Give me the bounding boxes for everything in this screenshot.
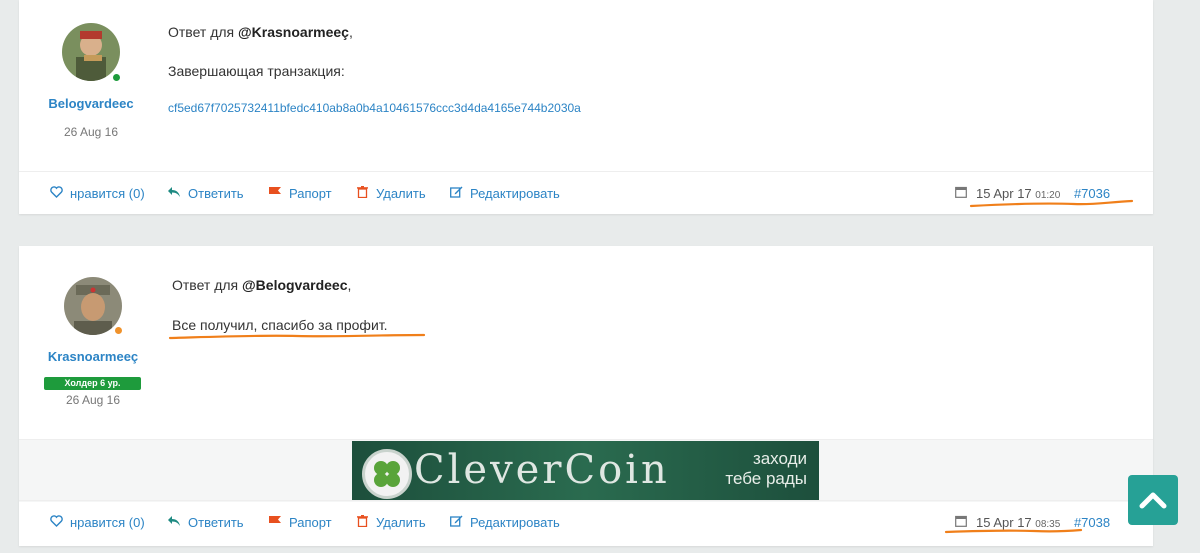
- post-text: Завершающая транзакция:: [168, 63, 345, 79]
- report-label: Рапорт: [289, 515, 332, 530]
- join-date: 26 Aug 16: [65, 393, 121, 407]
- away-status-dot: [113, 325, 124, 336]
- trash-icon: [354, 172, 370, 215]
- edit-icon: [448, 172, 464, 215]
- heart-icon: [48, 501, 64, 544]
- report-button[interactable]: Рапорт: [267, 501, 332, 544]
- reply-button[interactable]: Ответить: [166, 501, 244, 544]
- reply-suffix: ,: [348, 24, 353, 40]
- author-name[interactable]: Belogvardeec: [21, 96, 161, 111]
- banner-tagline-line1: заходи: [752, 449, 807, 468]
- like-button[interactable]: нравится (0): [48, 501, 145, 544]
- reply-label: Ответить: [188, 515, 244, 530]
- banner-brand: CleverCoin: [414, 447, 670, 493]
- banner-tagline-line2: тебе рады: [725, 469, 807, 488]
- reply-button[interactable]: Ответить: [166, 172, 244, 215]
- reply-header: Ответ для @Krasnoarmeeç,: [168, 24, 353, 40]
- ad-area: CleverCoin заходи тебе рады: [19, 439, 1153, 502]
- edit-label: Редактировать: [470, 186, 560, 201]
- trash-icon: [354, 501, 370, 544]
- reply-prefix: Ответ для: [172, 277, 239, 293]
- delete-button[interactable]: Удалить: [354, 501, 426, 544]
- author-name[interactable]: Krasnoarmeeç: [23, 349, 163, 364]
- edit-button[interactable]: Редактировать: [448, 501, 560, 544]
- post-text: Все получил, спасибо за профит.: [172, 317, 388, 333]
- edit-icon: [448, 501, 464, 544]
- join-date: 26 Aug 16: [63, 125, 119, 139]
- reply-mention[interactable]: @Belogvardeec: [242, 277, 347, 293]
- forum-post: Krasnoarmeeç Холдер 6 ур. 26 Aug 16 Отве…: [19, 246, 1153, 546]
- banner-tagline: заходи тебе рады: [725, 449, 807, 489]
- like-label: нравится (0): [70, 515, 145, 530]
- scroll-to-top-button[interactable]: [1128, 475, 1178, 525]
- reply-arrow-icon: [166, 172, 182, 215]
- like-button[interactable]: нравится (0): [48, 172, 145, 215]
- clevercoin-banner[interactable]: CleverCoin заходи тебе рады: [352, 441, 819, 500]
- flag-icon: [267, 501, 283, 544]
- reply-arrow-icon: [166, 501, 182, 544]
- rank-badge: Холдер 6 ур.: [44, 377, 141, 390]
- post-toolbar: нравится (0) Ответить Рапорт Удалить Ред…: [19, 500, 1153, 544]
- delete-label: Удалить: [376, 186, 426, 201]
- calendar-icon: [955, 501, 971, 544]
- heart-icon: [48, 172, 64, 215]
- edit-label: Редактировать: [470, 515, 560, 530]
- flag-icon: [267, 172, 283, 215]
- edit-button[interactable]: Редактировать: [448, 172, 560, 215]
- delete-label: Удалить: [376, 515, 426, 530]
- annotation-underline: [168, 333, 426, 340]
- post-meta: 15 Apr 17 08:35 #7038: [955, 501, 1110, 544]
- chevron-up-icon: [1139, 492, 1167, 509]
- avatar[interactable]: [62, 23, 120, 81]
- online-status-dot: [111, 72, 122, 83]
- forum-post: Belogvardeec 26 Aug 16 Ответ для @Krasno…: [19, 0, 1153, 214]
- report-label: Рапорт: [289, 186, 332, 201]
- annotation-underline: [969, 199, 1134, 208]
- reply-suffix: ,: [347, 277, 352, 293]
- reply-header: Ответ для @Belogvardeec,: [172, 277, 351, 293]
- delete-button[interactable]: Удалить: [354, 172, 426, 215]
- reply-prefix: Ответ для: [168, 24, 235, 40]
- reply-label: Ответить: [188, 186, 244, 201]
- report-button[interactable]: Рапорт: [267, 172, 332, 215]
- clover-logo-icon: [362, 449, 412, 499]
- reply-mention[interactable]: @Krasnoarmeeç: [238, 24, 349, 40]
- annotation-underline: [944, 528, 1083, 534]
- like-label: нравится (0): [70, 186, 145, 201]
- transaction-hash-link[interactable]: cf5ed67f7025732411bfedc410ab8a0b4a104615…: [168, 101, 581, 115]
